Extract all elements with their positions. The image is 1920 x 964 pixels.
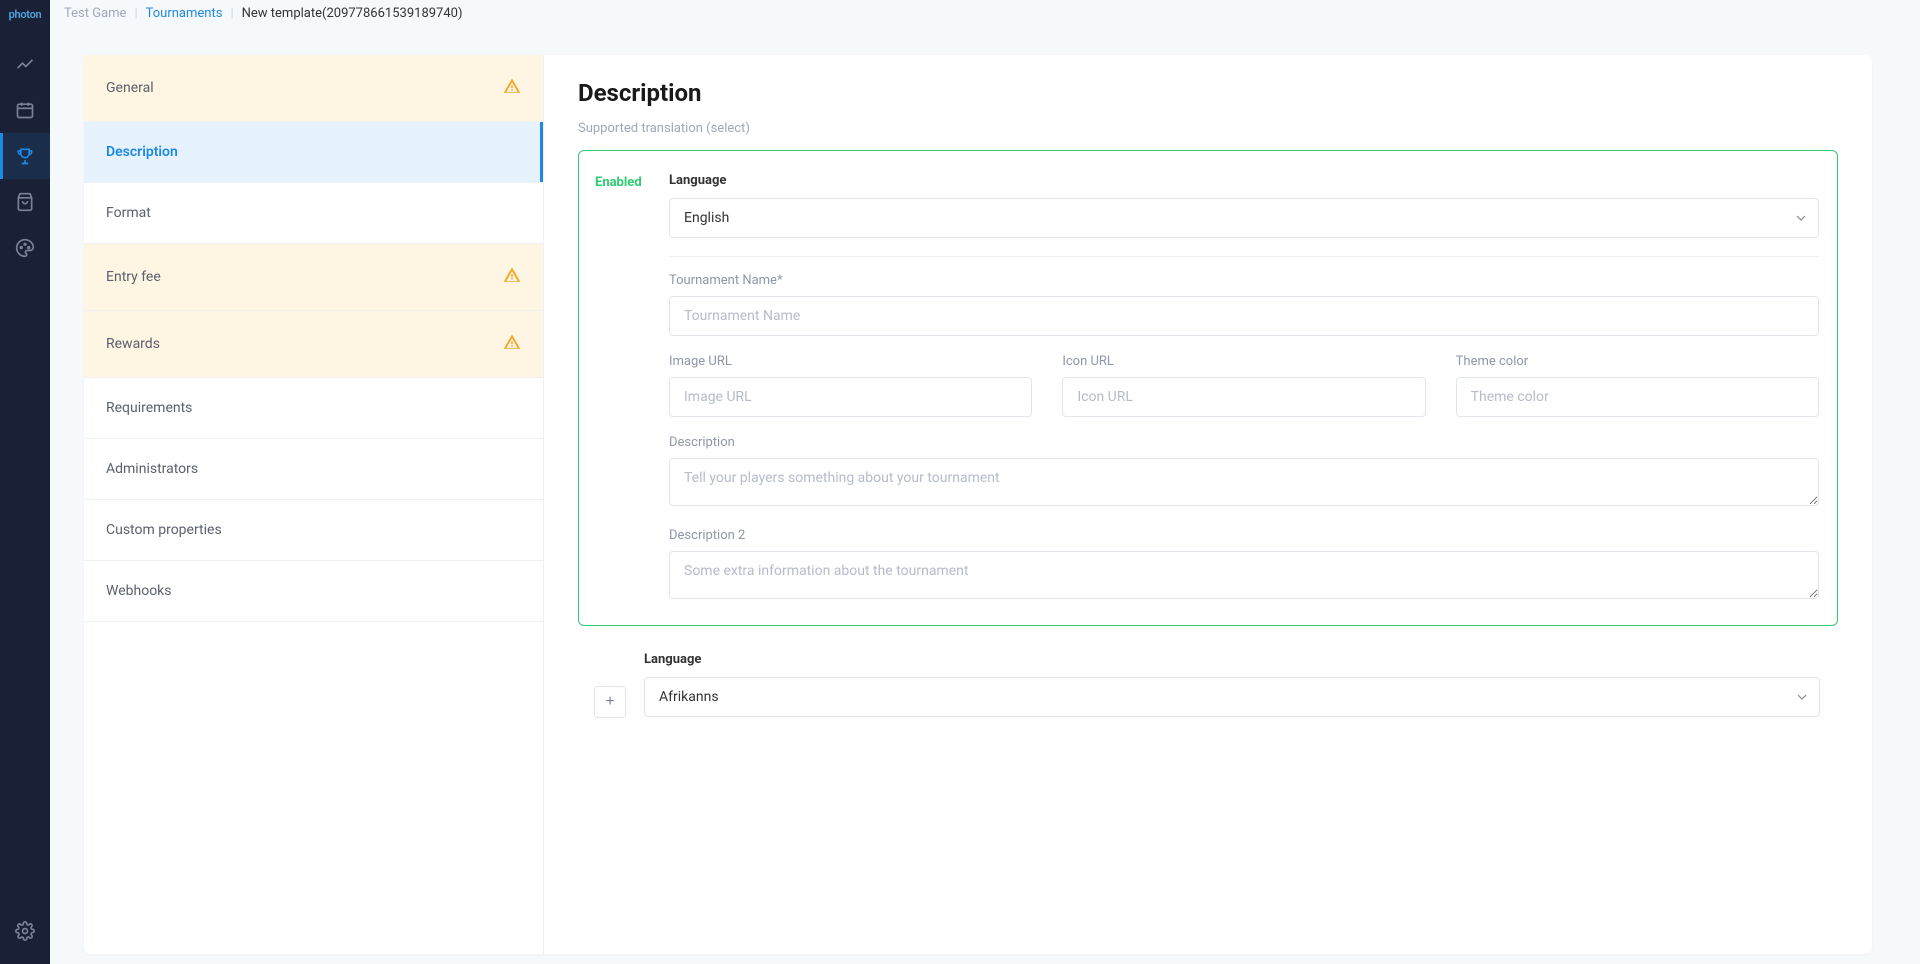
warning-icon xyxy=(503,77,521,99)
description2-textarea[interactable] xyxy=(669,551,1819,599)
tournament-name-input[interactable] xyxy=(669,296,1819,336)
breadcrumb-sep: | xyxy=(134,6,137,21)
sidebar-item-format[interactable]: Format xyxy=(84,183,543,244)
calendar-icon xyxy=(15,100,35,120)
warning-icon xyxy=(503,266,521,288)
nav-analytics[interactable] xyxy=(0,41,50,87)
sidebar-item-rewards[interactable]: Rewards xyxy=(84,311,543,378)
shopping-bag-icon xyxy=(15,192,35,212)
sidebar-item-label: Description xyxy=(106,144,178,160)
sidebar-item-label: Requirements xyxy=(106,400,192,416)
description2-label: Description 2 xyxy=(669,528,1819,543)
analytics-icon xyxy=(15,54,35,74)
gear-icon xyxy=(15,921,35,941)
theme-color-input[interactable] xyxy=(1456,377,1819,417)
description-textarea[interactable] xyxy=(669,458,1819,506)
sidebar-item-requirements[interactable]: Requirements xyxy=(84,378,543,439)
form-area: Description Supported translation (selec… xyxy=(544,55,1872,954)
logo: photon xyxy=(9,8,42,21)
page-subtitle: Supported translation (select) xyxy=(578,121,1838,136)
breadcrumb-sep: | xyxy=(230,6,233,21)
sidebar-item-label: Entry fee xyxy=(106,269,161,285)
sidebar-item-custom-properties[interactable]: Custom properties xyxy=(84,500,543,561)
warning-icon xyxy=(503,333,521,355)
add-language-button[interactable]: + xyxy=(594,686,626,718)
add-language-label: Language xyxy=(644,652,1820,667)
sidebar-item-label: Administrators xyxy=(106,461,198,477)
icon-url-input[interactable] xyxy=(1062,377,1425,417)
tournament-name-label: Tournament Name* xyxy=(669,273,1819,288)
icon-url-label: Icon URL xyxy=(1062,354,1425,369)
sidebar-item-webhooks[interactable]: Webhooks xyxy=(84,561,543,622)
language-select[interactable]: English xyxy=(669,198,1819,238)
page-title: Description xyxy=(578,79,1838,107)
trophy-icon xyxy=(15,146,35,166)
sidebar-item-label: Custom properties xyxy=(106,522,222,538)
nav-tournaments[interactable] xyxy=(0,133,50,179)
breadcrumb-section[interactable]: Tournaments xyxy=(146,6,223,21)
sidebar-item-administrators[interactable]: Administrators xyxy=(84,439,543,500)
language-label: Language xyxy=(669,173,1819,188)
nav-settings[interactable] xyxy=(0,908,50,954)
breadcrumb-game[interactable]: Test Game xyxy=(64,6,126,21)
nav-calendar[interactable] xyxy=(0,87,50,133)
nav-store[interactable] xyxy=(0,179,50,225)
sidebar-item-entry-fee[interactable]: Entry fee xyxy=(84,244,543,311)
divider xyxy=(669,256,1819,257)
description-label: Description xyxy=(669,435,1819,450)
add-language-select[interactable]: Afrikanns xyxy=(644,677,1820,717)
sidebar-item-label: Webhooks xyxy=(106,583,172,599)
image-url-label: Image URL xyxy=(669,354,1032,369)
sidebar-item-description[interactable]: Description xyxy=(84,122,543,183)
enabled-badge: Enabled xyxy=(595,173,651,603)
sidebar-item-label: General xyxy=(106,80,154,96)
breadcrumb-current: New template(209778661539189740) xyxy=(242,6,463,21)
theme-color-label: Theme color xyxy=(1456,354,1819,369)
nav-theme[interactable] xyxy=(0,225,50,271)
palette-icon xyxy=(15,238,35,258)
sidebar-item-general[interactable]: General xyxy=(84,55,543,122)
sidebar-item-label: Format xyxy=(106,205,151,221)
sidebar-item-label: Rewards xyxy=(106,336,160,352)
image-url-input[interactable] xyxy=(669,377,1032,417)
section-sidebar: General Description Format Entry fee Rewards… xyxy=(84,55,544,954)
enabled-language-card: Enabled Language English Tournament Name… xyxy=(578,150,1838,626)
add-language-card: + Language Afrikanns xyxy=(578,646,1838,736)
breadcrumb: Test Game | Tournaments | New template(2… xyxy=(50,0,1920,27)
nav-rail: photon xyxy=(0,0,50,964)
